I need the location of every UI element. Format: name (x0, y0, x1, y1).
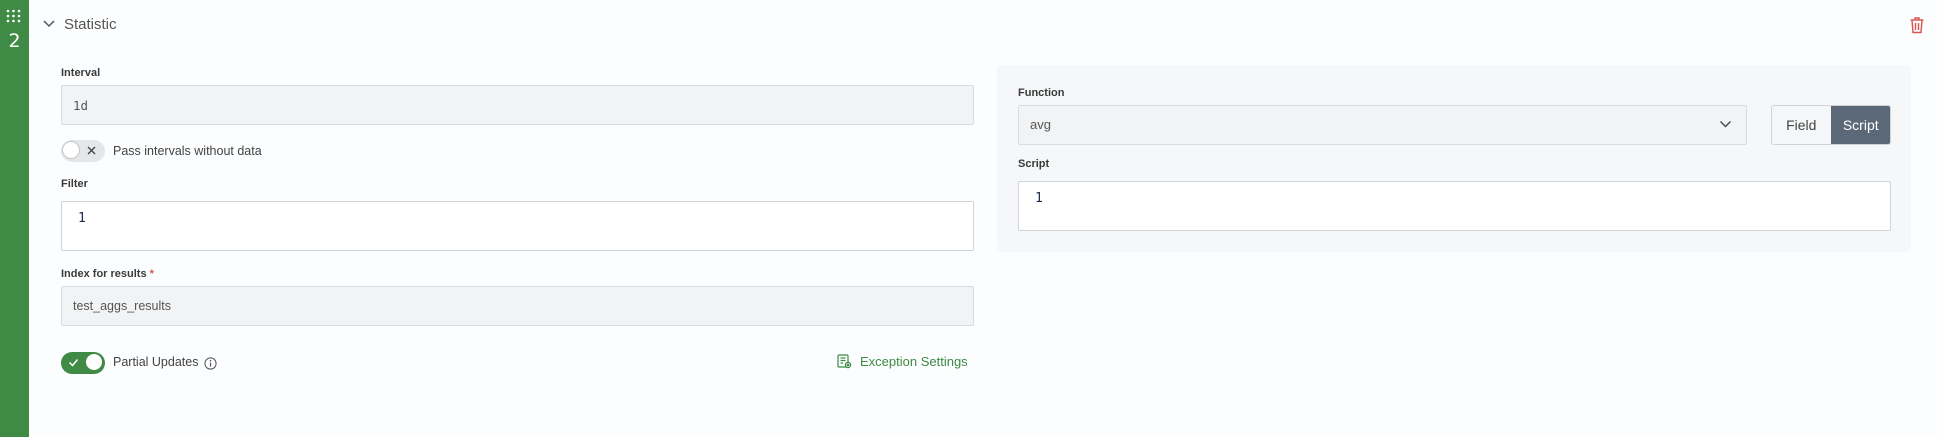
index-value: test_aggs_results (73, 299, 171, 313)
function-value: avg (1030, 117, 1051, 132)
mode-toggle-group: Field Script (1771, 105, 1891, 145)
exception-settings-link[interactable]: Exception Settings (837, 354, 968, 369)
script-line-number: 1 (1035, 191, 1043, 206)
script-editor[interactable]: 1 (1018, 181, 1891, 231)
script-mode-button[interactable]: Script (1830, 106, 1890, 144)
partial-updates-toggle[interactable] (61, 352, 105, 374)
info-icon[interactable] (204, 357, 217, 370)
interval-input[interactable]: 1d (61, 85, 974, 125)
filter-editor[interactable]: 1 (61, 201, 974, 251)
settings-list-icon (837, 354, 852, 369)
index-label: Index for results * (61, 268, 154, 280)
interval-value: 1d (73, 97, 89, 113)
index-label-text: Index for results (61, 268, 147, 280)
filter-line-number: 1 (78, 211, 86, 226)
chevron-down-icon (1720, 121, 1731, 128)
field-mode-button[interactable]: Field (1772, 106, 1831, 144)
chevron-down-icon[interactable] (42, 19, 56, 29)
required-mark: * (149, 268, 154, 280)
step-rail: 2 (0, 0, 29, 437)
interval-label: Interval (61, 67, 101, 79)
section-title[interactable]: Statistic (64, 16, 117, 33)
exception-settings-label: Exception Settings (860, 354, 968, 369)
drag-handle-icon[interactable] (6, 9, 21, 23)
partial-updates-label: Partial Updates (113, 355, 199, 369)
filter-label: Filter (61, 178, 88, 190)
delete-icon[interactable] (1909, 16, 1925, 34)
script-label: Script (1018, 158, 1050, 170)
close-icon (87, 146, 96, 155)
function-select[interactable]: avg (1018, 105, 1747, 145)
toggle-knob (62, 141, 80, 159)
toggle-knob (85, 353, 103, 371)
pass-intervals-label: Pass intervals without data (113, 144, 262, 158)
pass-intervals-toggle[interactable] (61, 140, 105, 162)
index-input[interactable]: test_aggs_results (61, 286, 974, 326)
step-number: 2 (8, 30, 21, 52)
function-label: Function (1018, 87, 1065, 99)
check-icon (68, 359, 79, 367)
